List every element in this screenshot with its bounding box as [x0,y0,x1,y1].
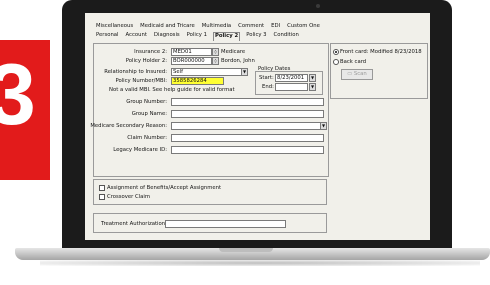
app-screen: Miscellaneous Medicaid and Tricare Multi… [85,13,430,240]
group-number-label: Group Number: [126,99,167,105]
medicare-secondary-select[interactable] [171,122,322,130]
scan-button[interactable]: ▭ Scan [341,69,373,80]
medicare-secondary-dropdown-arrow[interactable]: ▼ [320,122,327,130]
claim-number-input[interactable] [171,134,324,142]
crossover-checkbox[interactable] [99,194,105,200]
end-label: End: [262,84,274,90]
tab-account[interactable]: Account [125,32,148,41]
policy-holder2-label: Policy Holder 2: [125,58,167,64]
tab-miscellaneous[interactable]: Miscellaneous [95,23,134,32]
relationship-dropdown-arrow[interactable]: ▼ [241,68,248,76]
assignment-checkbox[interactable] [99,185,105,191]
tab-medicaid-tricare[interactable]: Medicaid and Tricare [139,23,196,32]
invalid-mbi-message: Not a valid MBI. See help guide for vali… [109,87,235,93]
camera-icon [316,4,320,8]
assignment-label: Assignment of Benefits/Accept Assignment [107,185,222,191]
group-number-input[interactable] [171,98,324,106]
insurance2-label: Insurance 2: [134,49,167,55]
back-card-label: Back card [340,59,367,65]
tab-custom-one[interactable]: Custom One [286,23,321,32]
relationship-select[interactable]: Self [171,68,242,76]
step-number: 3 [0,47,36,143]
start-date-input[interactable]: 8/23/2001 [275,74,308,82]
treatment-authorization-input[interactable] [165,220,286,228]
tab-bar: Miscellaneous Medicaid and Tricare Multi… [95,23,321,43]
end-date-dropdown[interactable]: ▼ [309,83,316,91]
tab-policy-1[interactable]: Policy 1 [186,32,208,41]
tab-policy-3[interactable]: Policy 3 [245,32,267,41]
tab-diagnosis[interactable]: Diagnosis [153,32,181,41]
medicare-secondary-label: Medicare Secondary Reason: [90,123,167,129]
policy-holder2-input[interactable]: BOR000000 [171,57,212,65]
policy-number-input[interactable]: 3585826284 [171,77,224,85]
claim-number-label: Claim Number: [127,135,167,141]
end-date-input[interactable] [275,83,308,91]
treatment-authorization-label: Treatment Authorization: [101,221,167,227]
insurance2-input[interactable]: MED01 [171,48,212,56]
assignment-group [93,179,327,205]
legacy-medicare-input[interactable] [171,146,324,154]
tab-row-1: Miscellaneous Medicaid and Tricare Multi… [95,23,321,32]
scan-label: Scan [353,71,367,77]
tab-condition[interactable]: Condition [273,32,300,41]
front-card-radio[interactable] [333,49,339,55]
insurance2-lookup-button[interactable]: ◊ [212,48,219,56]
group-name-input[interactable] [171,110,324,118]
tab-personal[interactable]: Personal [95,32,120,41]
laptop-notch [219,248,273,252]
tab-policy-2[interactable]: Policy 2 [212,32,241,41]
policy-holder2-lookup-button[interactable]: ◊ [212,57,219,65]
back-card-radio[interactable] [333,59,339,65]
relationship-label: Relationship to Insured: [104,69,167,75]
policy-holder2-name: Bordon, John [221,58,255,64]
crossover-label: Crossover Claim [107,194,151,200]
legacy-medicare-label: Legacy Medicare ID: [113,147,167,153]
insurance2-name: Medicare [221,49,246,55]
tab-comment[interactable]: Comment [237,23,265,32]
start-date-dropdown[interactable]: ▼ [309,74,316,82]
tab-edi[interactable]: EDI [270,23,281,32]
tab-row-2: Personal Account Diagnosis Policy 1 Poli… [95,32,321,41]
policy-number-label: Policy Number/MBI: [115,78,167,84]
start-label: Start: [259,75,274,81]
group-name-label: Group Name: [131,111,167,117]
scanner-icon: ▭ [347,71,353,77]
tab-multimedia[interactable]: Multimedia [201,23,232,32]
laptop-shadow [40,260,480,266]
front-card-label: Front card: Modified 8/23/2018 [340,49,422,55]
